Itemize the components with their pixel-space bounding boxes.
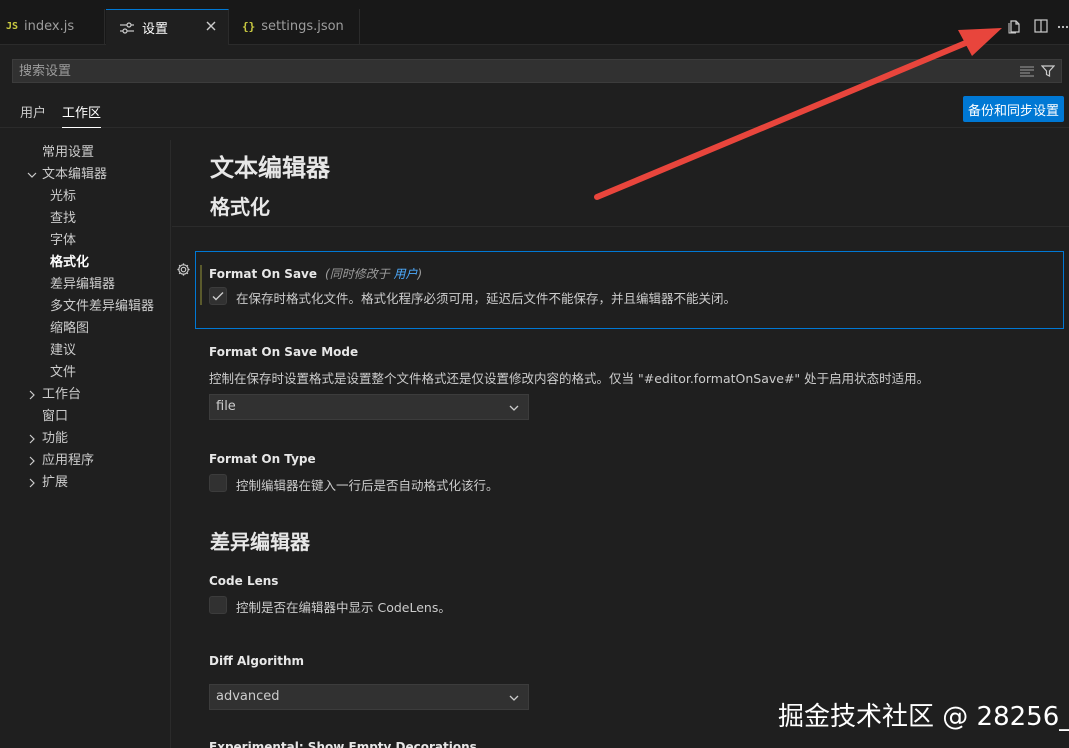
open-settings-json-icon[interactable] xyxy=(1007,18,1023,34)
toc-item-workbench[interactable]: 工作台 xyxy=(42,384,81,406)
tab-index-js[interactable]: JS index.js xyxy=(0,9,105,44)
json-file-icon: {} xyxy=(242,20,256,33)
diff-algorithm-select[interactable]: advanced xyxy=(209,684,529,710)
chevron-right-icon[interactable] xyxy=(26,389,38,401)
check-icon xyxy=(212,292,224,301)
editor-tab-bar: JS index.js 设置 {} settings.json xyxy=(0,0,1069,45)
modified-prefix: (同时修改于 xyxy=(325,267,394,281)
chevron-right-icon[interactable] xyxy=(26,455,38,467)
toc-item-multi-diff-editor[interactable]: 多文件差异编辑器 xyxy=(50,296,154,318)
setting-title: Experimental: Show Empty Decorations xyxy=(209,740,477,748)
settings-scope-tabs: 用户 工作区 xyxy=(0,94,1069,128)
toc-item-text-editor[interactable]: 文本编辑器 xyxy=(42,164,107,186)
toc-item-find[interactable]: 查找 xyxy=(50,208,76,230)
setting-description: 控制是否在编辑器中显示 CodeLens。 xyxy=(236,600,451,615)
editor-actions xyxy=(997,18,1069,34)
toc-item-cursor[interactable]: 光标 xyxy=(50,186,76,208)
setting-description: 控制在保存时设置格式是设置整个文件格式还是仅设置修改内容的格式。仅当 "#edi… xyxy=(209,371,930,386)
toc-item-common[interactable]: 常用设置 xyxy=(42,142,94,164)
format-on-save-checkbox[interactable] xyxy=(209,287,227,305)
setting-title: Format On Save Mode xyxy=(209,345,359,359)
toc-item-window[interactable]: 窗口 xyxy=(42,406,68,428)
select-value: advanced xyxy=(216,689,280,704)
setting-title: Diff Algorithm xyxy=(209,654,305,668)
gear-icon[interactable] xyxy=(176,262,191,277)
settings-toc: 常用设置 文本编辑器 光标 查找 字体 格式化 差异编辑器 多文件差异编辑器 缩… xyxy=(0,140,171,748)
tab-user[interactable]: 用户 xyxy=(20,102,46,121)
modified-suffix: ) xyxy=(417,267,423,281)
format-on-save-mode-select[interactable]: file xyxy=(209,394,529,420)
modified-note: (同时修改于 用户) xyxy=(321,267,422,281)
clear-filter-icon[interactable] xyxy=(1019,65,1035,77)
chevron-down-icon xyxy=(509,405,519,411)
toc-item-font[interactable]: 字体 xyxy=(50,230,76,252)
watermark: 掘金技术社区 @ 28256_ xyxy=(778,702,1069,732)
tab-label: settings.json xyxy=(261,19,344,34)
setting-description: 控制编辑器在键入一行后是否自动格式化该行。 xyxy=(236,478,499,493)
toc-item-diff-editor[interactable]: 差异编辑器 xyxy=(50,274,115,296)
format-on-type-checkbox[interactable] xyxy=(209,474,227,492)
code-lens-checkbox[interactable] xyxy=(209,596,227,614)
subsection-title: 格式化 xyxy=(210,195,270,219)
subsection-title: 差异编辑器 xyxy=(210,530,310,554)
settings-sliders-icon xyxy=(120,21,134,34)
chevron-right-icon[interactable] xyxy=(26,477,38,489)
toc-item-application[interactable]: 应用程序 xyxy=(42,450,94,472)
backup-sync-button[interactable]: 备份和同步设置 xyxy=(963,96,1064,122)
close-icon[interactable] xyxy=(204,19,218,33)
more-actions-icon[interactable] xyxy=(1057,18,1069,34)
toc-item-extensions[interactable]: 扩展 xyxy=(42,472,68,494)
filter-icon[interactable] xyxy=(1041,64,1055,78)
toc-item-features[interactable]: 功能 xyxy=(42,428,68,450)
modified-user-link[interactable]: 用户 xyxy=(394,267,418,281)
chevron-down-icon[interactable] xyxy=(26,169,38,181)
toc-item-formatting[interactable]: 格式化 xyxy=(50,252,89,274)
settings-content: 文本编辑器 格式化 Format On Save (同时修改于 用户) 在保存时… xyxy=(172,128,1069,748)
tab-settings[interactable]: 设置 xyxy=(106,9,229,45)
select-value: file xyxy=(216,399,236,414)
chevron-right-icon[interactable] xyxy=(26,433,38,445)
settings-search-box xyxy=(12,59,1062,83)
tab-label: index.js xyxy=(24,19,75,34)
javascript-file-icon: JS xyxy=(6,21,19,32)
tab-settings-json[interactable]: {} settings.json xyxy=(230,9,360,44)
divider xyxy=(172,226,1069,227)
toc-item-minimap[interactable]: 缩略图 xyxy=(50,318,89,340)
search-input[interactable] xyxy=(13,60,1005,82)
setting-title: Code Lens xyxy=(209,574,279,588)
chevron-down-icon xyxy=(509,695,519,701)
setting-title: Format On Type xyxy=(209,452,316,466)
setting-description: 在保存时格式化文件。格式化程序必须可用，延迟后文件不能保存，并且编辑器不能关闭。 xyxy=(236,291,737,306)
split-editor-icon[interactable] xyxy=(1033,18,1049,34)
tab-label: 设置 xyxy=(142,22,169,37)
toc-item-suggestions[interactable]: 建议 xyxy=(50,340,76,362)
toc-item-files[interactable]: 文件 xyxy=(50,362,76,384)
modified-indicator xyxy=(200,265,202,305)
tab-workspace[interactable]: 工作区 xyxy=(62,102,102,128)
section-title: 文本编辑器 xyxy=(210,154,330,182)
setting-title: Format On Save (同时修改于 用户) xyxy=(209,265,422,282)
setting-title-text: Format On Save xyxy=(209,267,318,281)
